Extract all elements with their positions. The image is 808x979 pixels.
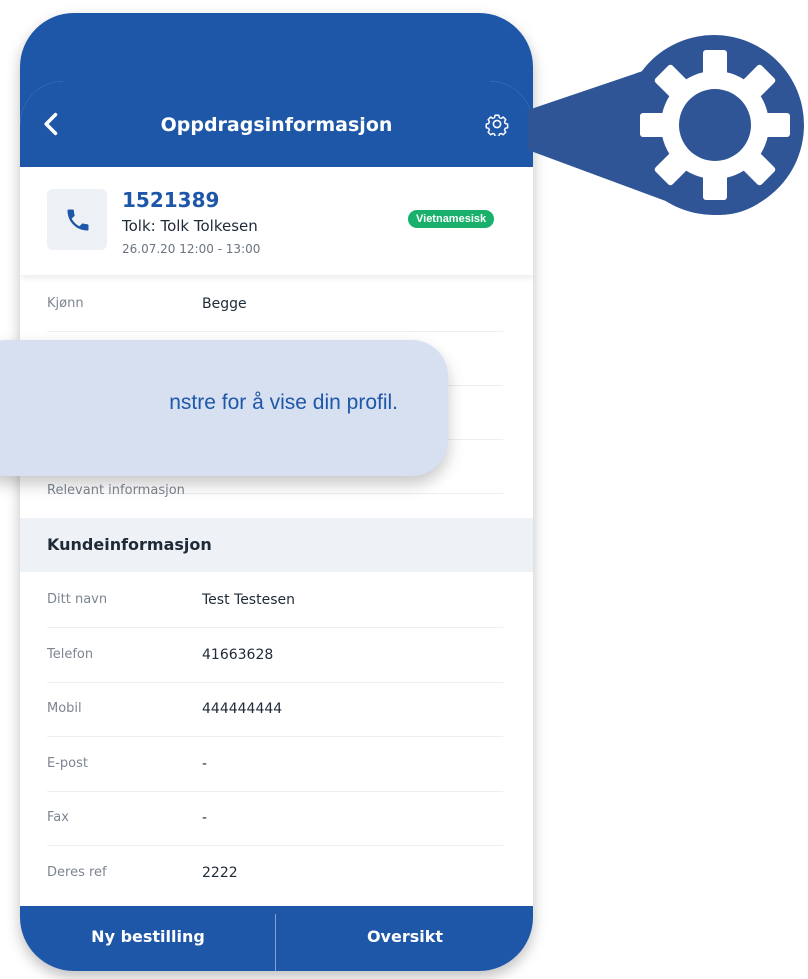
row-value: 444444444: [202, 701, 283, 717]
row-value: -: [202, 756, 208, 772]
customer-row-phone: Telefon 41663628: [47, 628, 503, 683]
call-button[interactable]: [47, 189, 107, 250]
app-bar: Oppdragsinformasjon: [20, 81, 533, 167]
job-number: 1521389: [122, 188, 220, 212]
customer-row-reference: Deres ref 2222: [47, 846, 503, 900]
tooltip-bubble: nstre for å vise din profil.: [0, 340, 448, 476]
customer-row-email: E-post -: [47, 737, 503, 792]
new-order-button[interactable]: Ny bestilling: [20, 906, 276, 971]
section-title: Kundeinformasjon: [47, 535, 212, 554]
row-label: Relevant informasjon: [47, 483, 185, 498]
language-badge: Vietnamesisk: [408, 210, 495, 228]
row-value: Begge: [202, 296, 247, 312]
row-value: 2222: [202, 865, 238, 881]
info-row-gender: Kjønn Begge: [47, 277, 503, 332]
row-label: Telefon: [47, 647, 94, 662]
row-label: Ditt navn: [47, 592, 108, 607]
tooltip-text: nstre for å vise din profil.: [169, 391, 398, 414]
settings-gear-icon-magnified: [640, 50, 790, 200]
bottom-action-bar: Ny bestilling Oversikt: [20, 906, 533, 971]
job-time: 26.07.20 12:00 - 13:00: [122, 242, 261, 256]
customer-row-mobile: Mobil 444444444: [47, 682, 503, 737]
settings-gear-icon[interactable]: [485, 112, 509, 136]
row-value: 41663628: [202, 647, 274, 663]
job-interpreter: Tolk: Tolk Tolkesen: [122, 217, 258, 235]
row-label: E-post: [47, 756, 88, 771]
job-summary-card[interactable]: 1521389 Tolk: Tolk Tolkesen 26.07.20 12:…: [20, 167, 533, 275]
row-value: -: [202, 810, 208, 826]
overview-button[interactable]: Oversikt: [277, 906, 533, 971]
phone-frame: Oppdragsinformasjon 1521389 Tolk: Tolk T…: [20, 13, 533, 971]
customer-row-fax: Fax -: [47, 791, 503, 846]
row-value: Test Testesen: [202, 592, 295, 608]
row-label: Fax: [47, 810, 69, 825]
row-label: Mobil: [47, 701, 82, 716]
row-label: Deres ref: [47, 865, 107, 880]
bottom-bar-divider: [275, 914, 276, 971]
page-title: Oppdragsinformasjon: [160, 114, 393, 136]
customer-section-header: Kundeinformasjon: [20, 518, 533, 572]
app-screen: Oppdragsinformasjon 1521389 Tolk: Tolk T…: [20, 81, 533, 971]
phone-icon: [67, 209, 89, 231]
customer-row-name: Ditt navn Test Testesen: [47, 573, 503, 628]
row-label: Kjønn: [47, 296, 84, 311]
